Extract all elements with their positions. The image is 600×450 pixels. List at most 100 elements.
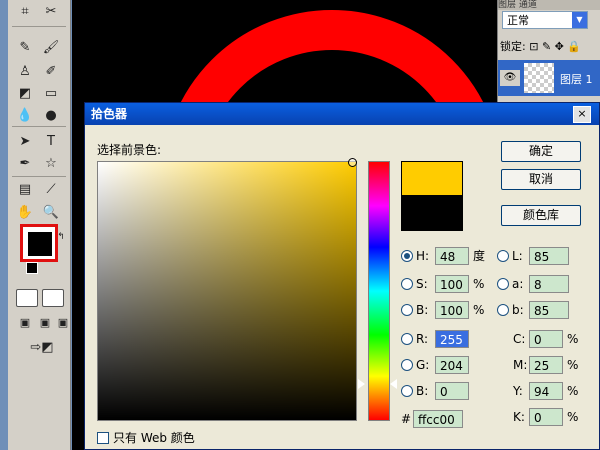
hue-slider-left-arrow[interactable] [358,379,365,389]
lab-b-field[interactable]: 85 [529,301,569,319]
toolbox-divider [12,126,66,127]
cancel-button[interactable]: 取消 [501,169,581,190]
radio-icon[interactable] [497,249,509,262]
standard-mode-button[interactable] [16,289,38,307]
lab-l-radio[interactable]: L: [497,246,523,266]
healing-brush-icon[interactable]: ✎ [16,38,34,56]
radio-icon[interactable] [497,277,509,290]
blue-radio[interactable]: B: [401,381,428,401]
web-colors-only-label: 只有 Web 颜色 [113,431,195,445]
cyan-field[interactable]: 0 [529,330,563,348]
black-field[interactable]: 0 [529,408,563,426]
brush-icon[interactable]: 🖌 [42,38,60,56]
blue-label: B: [416,384,429,398]
lock-transparency-icon[interactable]: ⊡ [529,40,538,53]
radio-icon[interactable] [401,358,413,371]
brightness-field[interactable]: 100 [435,301,469,319]
radio-icon[interactable] [401,384,413,397]
web-colors-only-checkbox[interactable]: 只有 Web 颜色 [97,429,195,446]
radio-icon[interactable] [497,303,509,316]
hand-icon[interactable]: ✋ [16,203,34,221]
path-select-icon[interactable]: ➤ [16,132,34,150]
picker-label: 选择前景色: [97,143,162,157]
red-field[interactable]: 255 [435,330,469,348]
lab-l-label: L: [512,249,523,263]
checkbox-icon[interactable] [97,431,109,444]
saturation-field[interactable]: 100 [435,275,469,293]
dodge-icon[interactable]: ● [42,106,60,124]
radio-icon[interactable] [401,303,413,316]
layer-row[interactable]: 👁 图层 1 [498,60,600,96]
current-color-swatch[interactable] [401,195,463,231]
lock-paint-icon[interactable]: ✎ [542,40,551,53]
hue-field[interactable]: 48 [435,247,469,265]
brightness-radio[interactable]: B: [401,300,428,320]
lab-a-field[interactable]: 8 [529,275,569,293]
eraser-icon[interactable]: ◩ [16,84,34,102]
blend-mode-select[interactable]: 正常 ▼ [502,11,588,29]
green-label: G: [416,358,430,372]
new-color-swatch [401,161,463,196]
magenta-field[interactable]: 25 [529,356,563,374]
dialog-titlebar: 拾色器 × [85,103,599,125]
red-radio[interactable]: R: [401,329,428,349]
hue-slider-right-arrow[interactable] [390,379,397,389]
hue-slider[interactable] [368,161,390,421]
yellow-label: Y: [513,384,523,398]
blue-field[interactable]: 0 [435,382,469,400]
saturation-label: S: [416,277,428,291]
dialog-title: 拾色器 [91,107,128,121]
color-libraries-button[interactable]: 颜色库 [501,205,581,226]
color-field-marker[interactable] [348,158,357,167]
saturation-radio[interactable]: S: [401,274,428,294]
black-unit: % [567,410,579,424]
hex-label: # [401,412,412,426]
radio-icon[interactable] [401,332,413,345]
hue-unit: 度 [473,249,486,263]
hue-radio[interactable]: H: [401,246,429,266]
lock-label: 锁定: [500,40,526,53]
gradient-icon[interactable]: ▭ [42,84,60,102]
notes-icon[interactable]: ▤ [16,180,34,198]
lock-move-icon[interactable]: ✥ [555,40,564,53]
visibility-eye-icon[interactable]: 👁 [500,70,520,86]
ok-button[interactable]: 确定 [501,141,581,162]
crop-icon[interactable]: ⌗ [16,2,34,20]
radio-icon[interactable] [401,277,413,290]
cyan-unit: % [567,332,579,346]
close-button[interactable]: × [573,106,591,123]
layers-panel-tabs[interactable]: 图层 通道 [498,0,600,10]
type-icon[interactable]: T [42,132,60,150]
slice-icon[interactable]: ✂ [42,2,60,20]
hex-field[interactable]: ffcc00 [413,410,463,428]
yellow-field[interactable]: 94 [529,382,563,400]
lab-a-radio[interactable]: a: [497,274,523,294]
clone-stamp-icon[interactable]: ♙ [16,62,34,80]
zoom-icon[interactable]: 🔍 [42,203,60,221]
shape-icon[interactable]: ☆ [42,154,60,172]
saturation-brightness-field[interactable] [97,161,357,421]
default-colors-icon[interactable] [26,262,38,274]
quick-mask-button[interactable] [42,289,64,307]
swap-colors-icon[interactable]: ↰ [52,228,70,246]
magenta-label: M: [513,358,528,372]
history-brush-icon[interactable]: ✐ [42,62,60,80]
eyedropper-icon[interactable]: ⟋ [42,180,60,198]
green-radio[interactable]: G: [401,355,429,375]
lab-l-field[interactable]: 85 [529,247,569,265]
screen-mode-full-menu-icon[interactable]: ▣ [36,313,54,331]
chevron-down-icon[interactable]: ▼ [572,12,587,28]
radio-icon[interactable] [401,249,413,262]
jump-to-imageready-icon[interactable]: ⇨◩ [24,338,60,356]
screen-mode-standard-icon[interactable]: ▣ [16,313,34,331]
magenta-unit: % [567,358,579,372]
blur-icon[interactable]: 💧 [16,106,34,124]
foreground-color-fill [27,231,53,257]
pen-icon[interactable]: ✒ [16,154,34,172]
green-field[interactable]: 204 [435,356,469,374]
lock-all-icon[interactable]: 🔒 [567,40,581,53]
screen-mode-full-icon[interactable]: ▣ [54,313,72,331]
lab-b-label: b: [512,303,524,317]
saturation-unit: % [473,277,485,291]
lab-b-radio[interactable]: b: [497,300,524,320]
